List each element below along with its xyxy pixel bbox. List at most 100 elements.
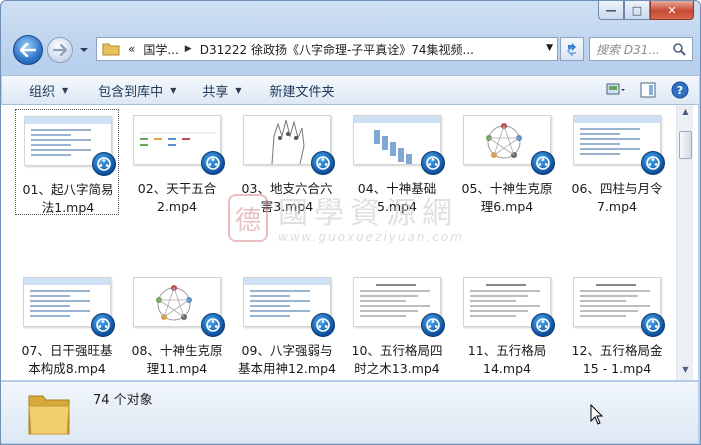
- scroll-down-icon[interactable]: ▼: [679, 365, 692, 377]
- title-bar[interactable]: — □ ✕: [1, 1, 700, 31]
- navigation-bar: « 国学... ▶ D31222 徐政扬《八字命理-子平真诠》74集视频... …: [1, 31, 700, 69]
- media-player-badge-icon: [421, 313, 445, 337]
- media-player-badge-icon: [531, 313, 555, 337]
- file-name-line1: 02、天干五合: [137, 181, 217, 196]
- address-dropdown-icon[interactable]: ▼: [546, 43, 553, 53]
- file-name-line2: 时之木13.mp4: [354, 361, 440, 376]
- file-name-line1: 09、八字强弱与: [241, 343, 333, 358]
- svg-text:?: ?: [677, 84, 683, 97]
- window-controls: — □ ✕: [598, 1, 694, 20]
- back-button[interactable]: [13, 35, 43, 65]
- close-button[interactable]: ✕: [650, 1, 694, 20]
- include-in-library-caret-icon: ▼: [170, 85, 177, 95]
- preview-pane-icon: [640, 82, 656, 98]
- media-player-badge-icon: [91, 313, 115, 337]
- folder-icon: [102, 43, 120, 56]
- file-name-line1: 12、五行格局金: [571, 343, 663, 358]
- media-player-badge-icon: [201, 151, 225, 175]
- file-name-line2: 本构成8.mp4: [28, 361, 106, 376]
- media-player-badge-icon: [311, 313, 335, 337]
- file-name: 07、日干强旺基 本构成8.mp4: [15, 342, 119, 378]
- chevron-down-icon: [80, 48, 88, 52]
- refresh-button[interactable]: [560, 37, 584, 61]
- file-name: 12、五行格局金 15 - 1.mp4: [565, 342, 669, 378]
- file-name-line2: 14.mp4: [483, 361, 531, 376]
- forward-button[interactable]: [47, 37, 73, 63]
- file-item[interactable]: 01、起八字简易 法1.mp4: [15, 109, 119, 215]
- watermark-title: 國學資源網: [278, 196, 458, 231]
- file-item[interactable]: 06、四柱与月令 7.mp4: [565, 109, 669, 215]
- view-options-icon: [606, 83, 625, 95]
- file-name-line1: 07、日干强旺基: [21, 343, 113, 358]
- scroll-up-icon[interactable]: ▲: [679, 107, 692, 119]
- watermark-url: www.guoxueziyuan.com: [278, 230, 464, 244]
- file-name-line2: 7.mp4: [597, 199, 637, 214]
- forward-arrow-icon: [53, 44, 67, 56]
- file-item[interactable]: 12、五行格局金 15 - 1.mp4: [565, 271, 669, 377]
- search-icon[interactable]: [672, 42, 686, 56]
- recent-pages-dropdown[interactable]: [79, 43, 89, 57]
- share-menu[interactable]: 共享 ▼: [202, 81, 241, 100]
- watermark: 德 國學資源網 www.guoxueziyuan.com: [228, 188, 498, 258]
- file-item[interactable]: 02、天干五合 2.mp4: [125, 109, 229, 215]
- back-arrow-icon: [20, 43, 36, 57]
- new-folder-label: 新建文件夹: [269, 84, 335, 100]
- organize-label: 组织: [29, 84, 56, 100]
- file-name-line2: 理11.mp4: [146, 361, 208, 376]
- file-name-line2: 15 - 1.mp4: [582, 361, 652, 376]
- file-name: 08、十神生克原 理11.mp4: [125, 342, 229, 378]
- file-name-line1: 01、起八字简易: [22, 182, 114, 197]
- file-item[interactable]: 09、八字强弱与 基本用神12.mp4: [235, 271, 339, 377]
- file-item[interactable]: 10、五行格局四 时之木13.mp4: [345, 271, 449, 377]
- file-name: 10、五行格局四 时之木13.mp4: [345, 342, 449, 378]
- breadcrumb-parent[interactable]: 国学...: [143, 41, 178, 58]
- address-bar[interactable]: « 国学... ▶ D31222 徐政扬《八字命理-子平真诠》74集视频... …: [96, 37, 558, 61]
- share-caret-icon: ▼: [235, 85, 242, 95]
- file-item[interactable]: 07、日干强旺基 本构成8.mp4: [15, 271, 119, 377]
- maximize-button[interactable]: □: [624, 1, 650, 20]
- folder-icon: [28, 395, 70, 435]
- file-name-line1: 06、四柱与月令: [571, 181, 663, 196]
- file-name-line2: 法1.mp4: [41, 200, 95, 215]
- command-bar: 组织 ▼ 包含到库中 ▼ 共享 ▼ 新建文件夹 ?: [2, 75, 699, 105]
- file-name-line1: 10、五行格局四: [351, 343, 443, 358]
- help-button[interactable]: ?: [669, 79, 691, 101]
- media-player-badge-icon: [421, 151, 445, 175]
- vertical-scrollbar[interactable]: ▲ ▼: [676, 105, 693, 380]
- file-name: 11、五行格局 14.mp4: [455, 342, 559, 378]
- breadcrumb-separator-icon[interactable]: ▶: [185, 44, 192, 54]
- search-input[interactable]: 搜索 D31...: [589, 37, 693, 61]
- file-name: 09、八字强弱与 基本用神12.mp4: [235, 342, 339, 378]
- include-in-library-label: 包含到库中: [98, 84, 164, 100]
- watermark-seal: 德: [228, 194, 268, 242]
- scrollbar-thumb[interactable]: [679, 131, 692, 159]
- breadcrumb-overflow[interactable]: «: [128, 42, 135, 56]
- organize-caret-icon: ▼: [62, 85, 69, 95]
- media-player-badge-icon: [641, 151, 665, 175]
- new-folder-button[interactable]: 新建文件夹: [270, 81, 335, 100]
- help-icon: ?: [671, 81, 689, 99]
- media-player-badge-icon: [201, 313, 225, 337]
- include-in-library-menu[interactable]: 包含到库中 ▼: [98, 81, 176, 100]
- file-name: 02、天干五合 2.mp4: [125, 180, 229, 216]
- media-player-badge-icon: [92, 152, 116, 176]
- file-name-line1: 08、十神生克原: [131, 343, 223, 358]
- search-placeholder: 搜索 D31...: [596, 42, 660, 57]
- file-name-line2: 2.mp4: [157, 199, 197, 214]
- minimize-button[interactable]: —: [598, 1, 624, 20]
- change-view-button[interactable]: [605, 79, 627, 101]
- file-name: 01、起八字简易 法1.mp4: [16, 181, 120, 217]
- file-name-line1: 11、五行格局: [467, 343, 547, 358]
- file-name-line2: 基本用神12.mp4: [238, 361, 336, 376]
- mouse-cursor-icon: [590, 404, 604, 425]
- refresh-icon: [566, 43, 576, 56]
- breadcrumb-current[interactable]: D31222 徐政扬《八字命理-子平真诠》74集视频...: [200, 41, 474, 58]
- file-item[interactable]: 08、十神生克原 理11.mp4: [125, 271, 229, 377]
- toolbar-right-group: ?: [605, 79, 691, 101]
- file-item[interactable]: 11、五行格局 14.mp4: [455, 271, 559, 377]
- media-player-badge-icon: [311, 151, 335, 175]
- preview-pane-button[interactable]: [637, 79, 659, 101]
- file-name: 06、四柱与月令 7.mp4: [565, 180, 669, 216]
- share-label: 共享: [202, 84, 229, 100]
- organize-menu[interactable]: 组织 ▼: [29, 81, 68, 100]
